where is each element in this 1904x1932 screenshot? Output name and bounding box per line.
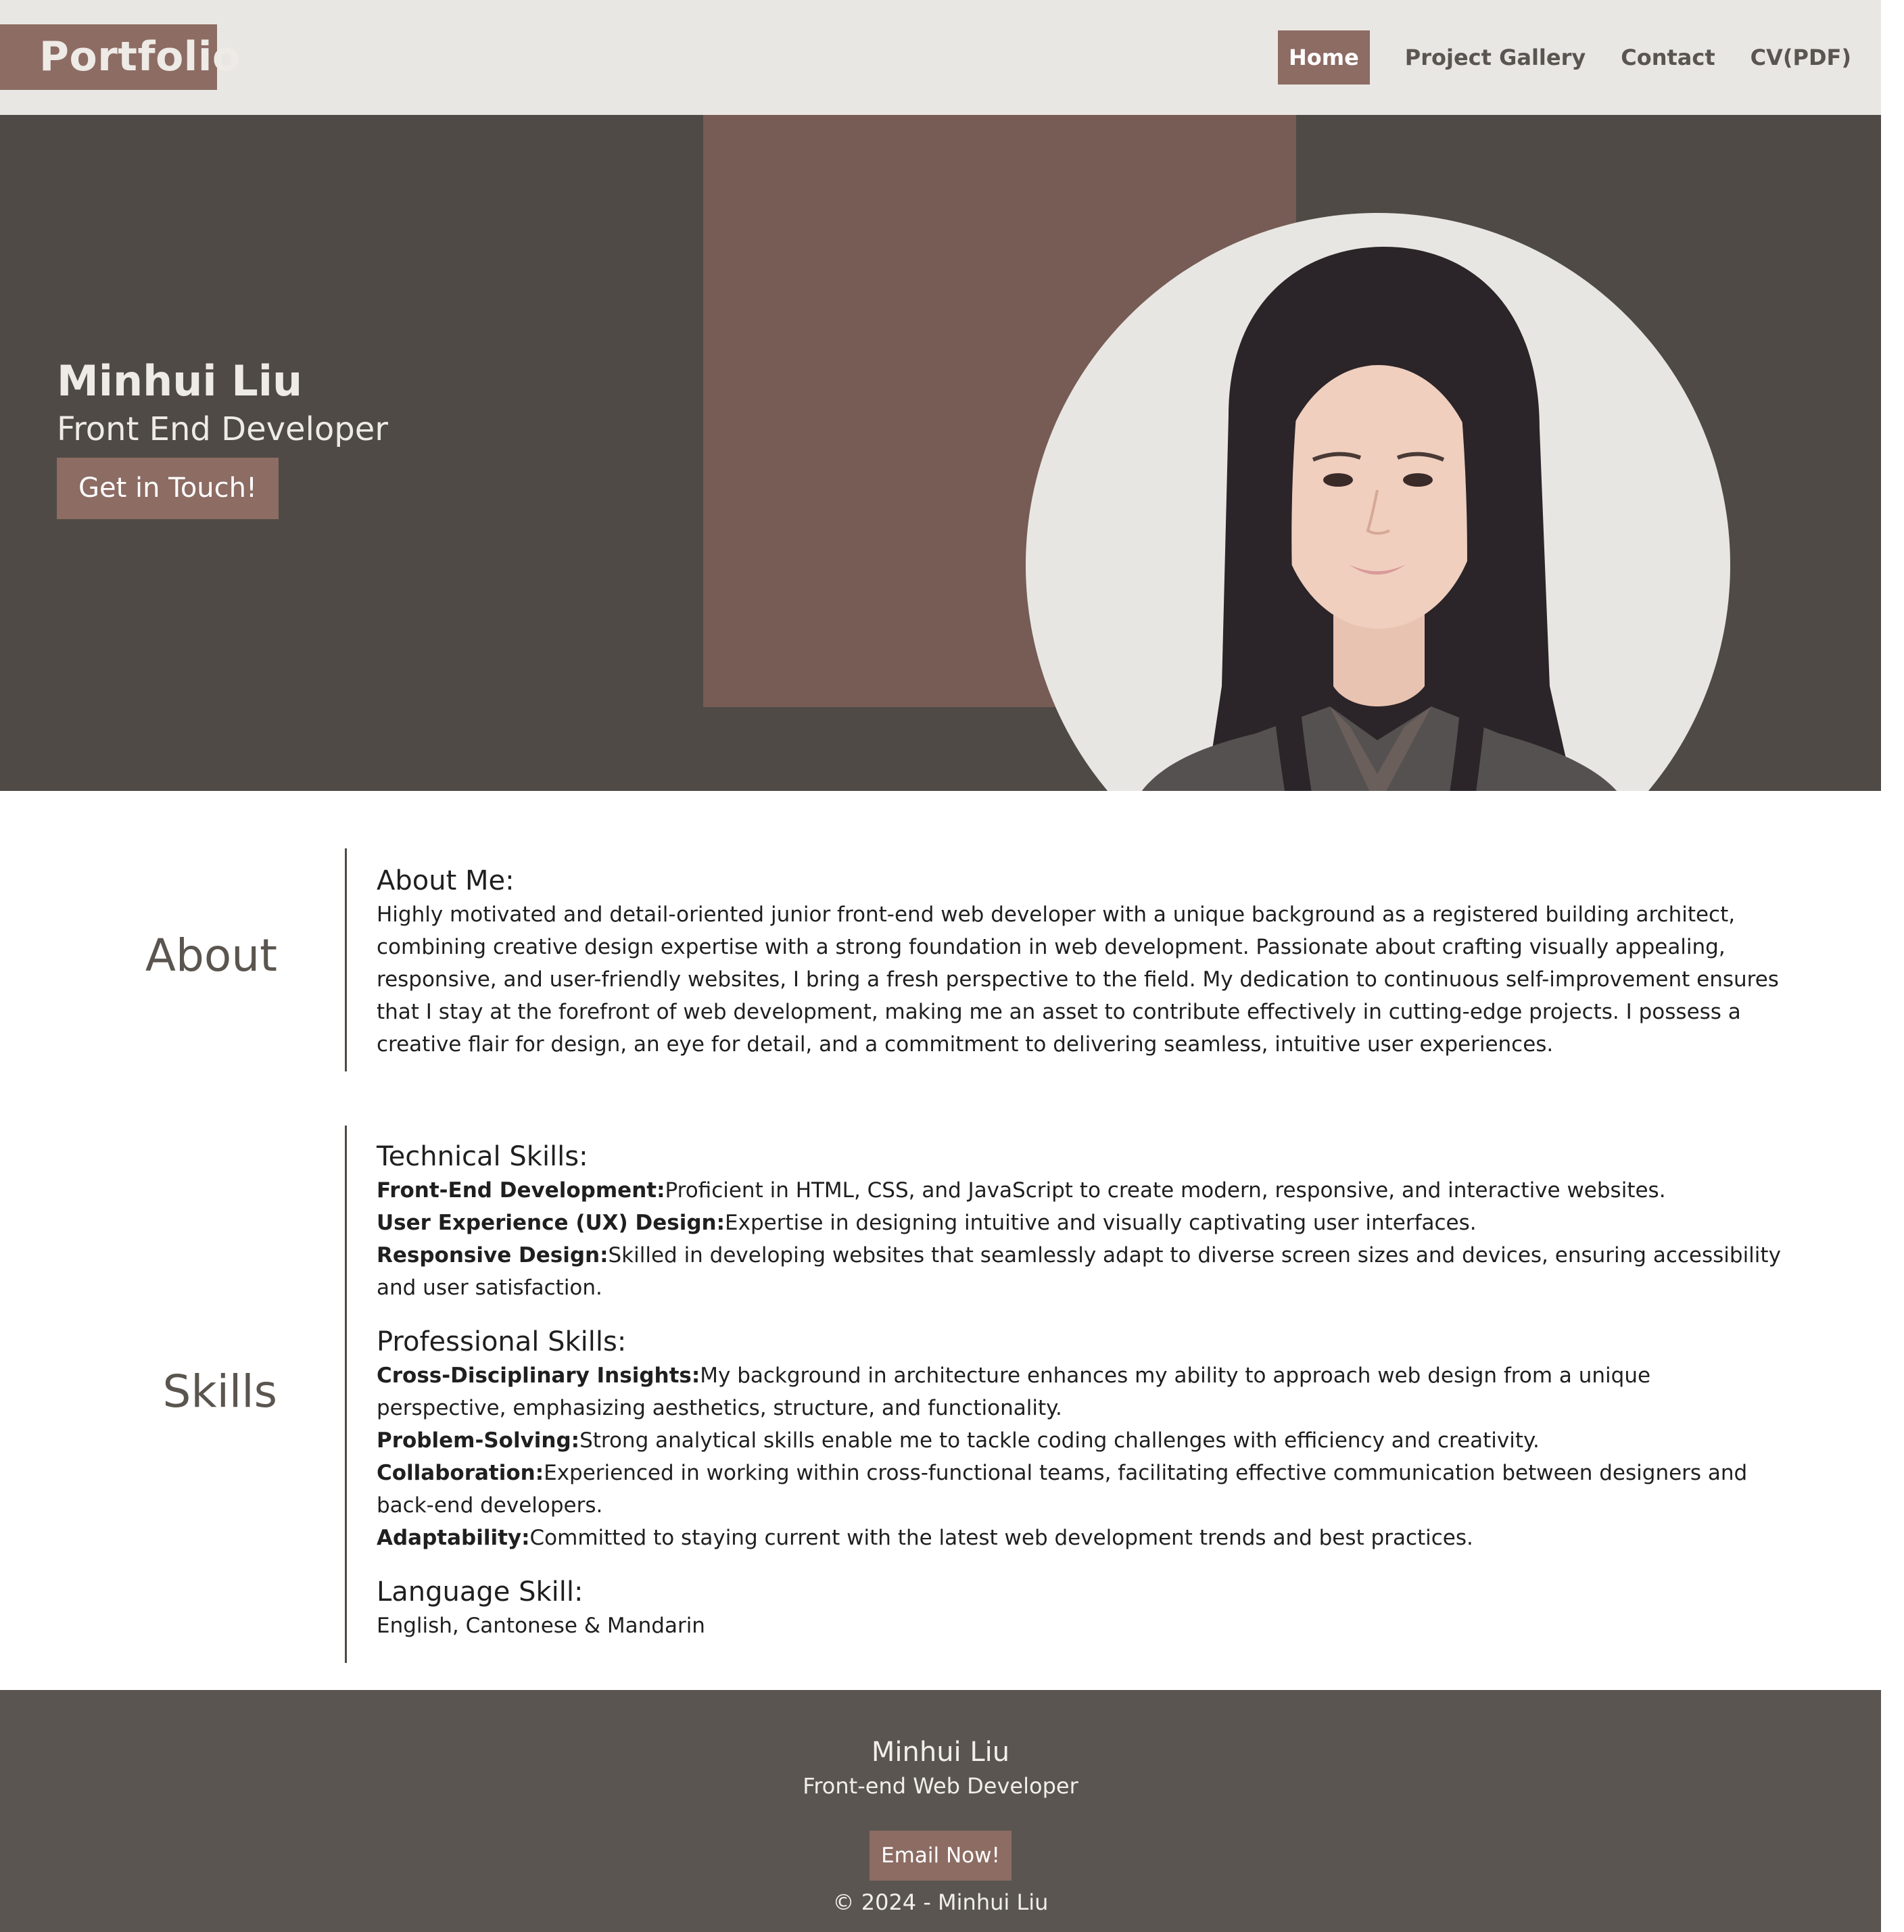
technical-skills: Technical Skills: Front-End Development:… xyxy=(377,1139,1783,1304)
hero-section: Minhui Liu Front End Developer Get in To… xyxy=(0,115,1881,791)
site-logo[interactable]: Portfolio xyxy=(0,24,240,90)
get-in-touch-button[interactable]: Get in Touch! xyxy=(57,458,279,519)
professional-skills-title: Professional Skills: xyxy=(377,1326,627,1357)
skill-item: User Experience (UX) Design:Expertise in… xyxy=(377,1211,1477,1235)
skill-item: Cross-Disciplinary Insights:My backgroun… xyxy=(377,1363,1651,1420)
skills-divider xyxy=(345,1126,347,1663)
skill-item: Problem-Solving:Strong analytical skills… xyxy=(377,1428,1540,1453)
skills-label: Skills xyxy=(162,1366,277,1418)
nav-home[interactable]: Home xyxy=(1277,30,1370,84)
about-label: About xyxy=(145,929,277,982)
about-divider xyxy=(345,848,347,1071)
hero-intro: Minhui Liu Front End Developer Get in To… xyxy=(57,355,388,519)
page: Portfolio Home Project Gallery Contact C… xyxy=(0,0,1881,1932)
hero-role: Front End Developer xyxy=(57,410,389,448)
nav-project-gallery[interactable]: Project Gallery xyxy=(1405,30,1586,84)
footer-name: Minhui Liu xyxy=(871,1737,1010,1768)
skill-item: Collaboration:Experienced in working wit… xyxy=(377,1461,1748,1518)
nav-cv-pdf[interactable]: CV(PDF) xyxy=(1751,30,1851,84)
about-body: About Me: Highly motivated and detail-or… xyxy=(377,863,1783,1061)
language-skills-title: Language Skill: xyxy=(377,1576,584,1608)
skill-item: Front-End Development:Proficient in HTML… xyxy=(377,1178,1666,1203)
skills-section: Skills Technical Skills: Front-End Devel… xyxy=(0,1126,1881,1663)
main-nav: Home Project Gallery Contact CV(PDF) xyxy=(1277,30,1851,84)
hero-name: Minhui Liu xyxy=(57,356,303,406)
skill-item: Adaptability:Committed to staying curren… xyxy=(377,1526,1473,1550)
site-footer: Minhui Liu Front-end Web Developer Email… xyxy=(0,1690,1881,1932)
skills-body: Technical Skills: Front-End Development:… xyxy=(377,1139,1783,1662)
nav-contact[interactable]: Contact xyxy=(1621,30,1715,84)
about-text: Highly motivated and detail-oriented jun… xyxy=(377,902,1779,1057)
professional-skills: Professional Skills: Cross-Disciplinary … xyxy=(377,1324,1783,1554)
email-now-button[interactable]: Email Now! xyxy=(870,1831,1012,1881)
language-skills: Language Skill: English, Cantonese & Man… xyxy=(377,1574,1783,1642)
skill-item: Responsive Design:Skilled in developing … xyxy=(377,1243,1781,1300)
footer-role: Front-end Web Developer xyxy=(803,1773,1078,1799)
site-header: Portfolio Home Project Gallery Contact C… xyxy=(0,0,1881,115)
technical-skills-title: Technical Skills: xyxy=(377,1141,588,1172)
about-section: About About Me: Highly motivated and det… xyxy=(0,848,1881,1071)
footer-copyright: © 2024 - Minhui Liu xyxy=(832,1889,1049,1915)
language-list: English, Cantonese & Mandarin xyxy=(377,1614,705,1638)
about-title: About Me: xyxy=(377,865,515,896)
